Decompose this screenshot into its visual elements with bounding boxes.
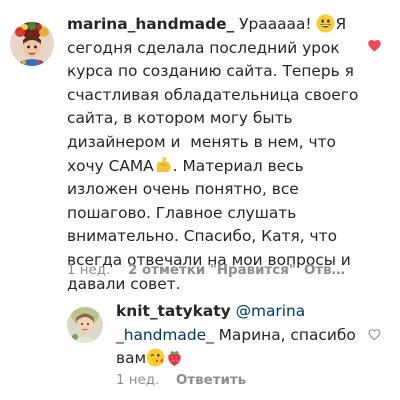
user-avatar-icon — [10, 22, 54, 66]
comment-text-part-2: Я сегодня сделала последний урок курса п… — [67, 15, 364, 175]
reply-reply-button[interactable]: Ответить — [176, 372, 246, 390]
comment-time: 1 нед. — [67, 263, 111, 278]
reply-time: 1 нед. — [116, 373, 160, 388]
reply-avatar[interactable] — [67, 307, 103, 343]
comment-likes[interactable]: 2 отметки "Нравится" — [128, 262, 296, 280]
instagram-comments-screen: marina_handmade_ Урааааа! Я сегодня сдел… — [0, 0, 400, 400]
comment: marina_handmade_ Урааааа! Я сегодня сдел… — [0, 0, 400, 295]
reply-username[interactable]: knit_tatykaty — [116, 302, 231, 320]
flexed-biceps-emoji-icon — [154, 156, 173, 175]
like-heart-icon[interactable] — [367, 38, 382, 53]
reply-text: knit_tatykaty @marina _handmade_ Марина,… — [116, 300, 356, 371]
face-blowing-kiss-emoji-icon — [146, 348, 165, 367]
reply-button[interactable]: Отв… — [304, 262, 345, 280]
reply-comment: knit_tatykaty @marina _handmade_ Марина,… — [0, 295, 400, 400]
grinning-face-emoji-icon — [316, 14, 336, 33]
comment-text: marina_handmade_ Урааааа! Я сегодня сдел… — [67, 13, 367, 296]
comment-text-part-1: Урааааа! — [234, 15, 317, 33]
comment-avatar[interactable] — [10, 22, 54, 66]
like-heart-outline-icon[interactable] — [368, 326, 381, 341]
strawberry-emoji-icon — [165, 348, 184, 367]
comment-username[interactable]: marina_handmade_ — [67, 15, 234, 33]
user-avatar-icon — [67, 307, 103, 343]
